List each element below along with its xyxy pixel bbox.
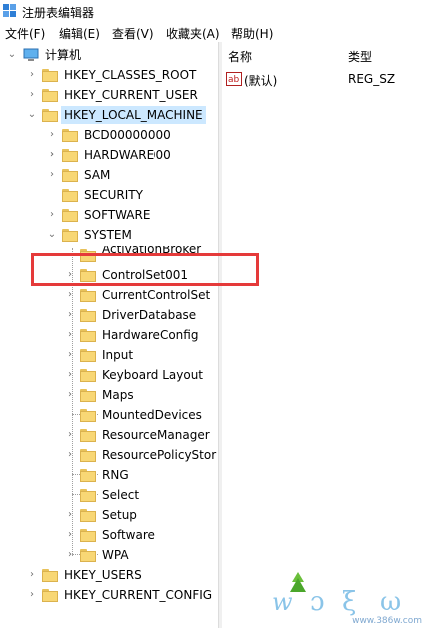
svg-text:ɔ: ɔ	[310, 587, 325, 617]
tree-label: WPA	[102, 548, 129, 562]
chevron-right-icon[interactable]: ›	[64, 506, 76, 524]
tree-label: SOFTWARE	[84, 208, 151, 222]
folder-icon	[80, 509, 96, 522]
menu-favorites[interactable]: 收藏夹(A)	[166, 25, 220, 42]
column-header-type[interactable]: 类型	[348, 48, 372, 65]
chevron-right-icon[interactable]: ›	[64, 526, 76, 544]
folder-icon	[80, 449, 96, 462]
computer-icon	[23, 48, 39, 61]
folder-icon	[80, 549, 96, 562]
menu-edit[interactable]: 编辑(E)	[59, 25, 100, 42]
title-bar: 注册表编辑器	[0, 0, 428, 22]
svg-text:ω: ω	[380, 587, 401, 617]
folder-icon	[62, 169, 78, 182]
ab-string-icon: ab	[226, 72, 242, 86]
menu-help[interactable]: 帮助(H)	[231, 25, 273, 42]
chevron-down-icon[interactable]: ⌄	[46, 226, 58, 244]
chevron-right-icon[interactable]: ›	[64, 446, 76, 464]
window-title: 注册表编辑器	[22, 6, 95, 20]
folder-icon	[42, 69, 58, 82]
tree-label: HKEY_CURRENT_CONFIG	[64, 588, 213, 602]
svg-text:ξ: ξ	[342, 587, 356, 617]
chevron-right-icon[interactable]: ›	[26, 66, 38, 84]
tree-label: DriverDatabase	[102, 308, 197, 322]
value-name: (默认)	[244, 74, 278, 88]
svg-text:w: w	[272, 588, 293, 616]
tree-label: HKEY_CURRENT_USER	[64, 88, 198, 102]
chevron-right-icon[interactable]: ›	[26, 586, 38, 604]
tree-label: HardwareConfig	[102, 328, 199, 342]
folder-icon	[80, 529, 96, 542]
folder-icon	[62, 209, 78, 222]
chevron-right-icon[interactable]: ›	[64, 426, 76, 444]
tree-label: 计算机	[45, 48, 82, 62]
tree-label: Keyboard Layout	[102, 368, 204, 382]
tree-label: ResourcePolicyStor	[102, 448, 217, 462]
folder-icon	[62, 189, 78, 202]
folder-icon	[80, 369, 96, 382]
chevron-down-icon[interactable]: ⌄	[26, 106, 38, 124]
folder-icon	[42, 569, 58, 582]
tree-label: RNG	[102, 468, 129, 482]
chevron-right-icon[interactable]: ›	[64, 286, 76, 304]
tree-label: HKEY_USERS	[64, 568, 142, 582]
watermark-url: www.386w.com	[352, 616, 422, 626]
tree-label: MountedDevices	[102, 408, 202, 422]
tree-label: Setup	[102, 508, 137, 522]
values-list[interactable]: 名称 类型 ab (默认) REG_SZ	[222, 42, 428, 628]
chevron-down-icon[interactable]: ⌄	[6, 46, 18, 64]
folder-icon	[80, 409, 96, 422]
highlight-box	[31, 253, 259, 286]
folder-icon	[80, 309, 96, 322]
tree-label: CurrentControlSet	[102, 288, 211, 302]
value-type: REG_SZ	[348, 72, 396, 86]
tree-label: BCD00000000	[84, 128, 171, 142]
chevron-right-icon[interactable]: ›	[64, 326, 76, 344]
chevron-right-icon[interactable]: ›	[26, 566, 38, 584]
folder-icon	[62, 129, 78, 142]
folder-icon	[62, 149, 78, 162]
folder-icon	[42, 109, 58, 122]
folder-icon	[80, 429, 96, 442]
tree-label: SYSTEM	[84, 228, 132, 242]
tree-label: HKEY_CLASSES_ROOT	[64, 68, 197, 82]
chevron-right-icon[interactable]: ›	[26, 86, 38, 104]
tree-label: HARDWARE	[84, 146, 155, 164]
folder-icon	[80, 469, 96, 482]
menu-file[interactable]: 文件(F)	[5, 25, 45, 42]
chevron-right-icon[interactable]: ›	[64, 346, 76, 364]
tree-label: ResourceManager	[102, 428, 210, 442]
menu-bar: 文件(F) 编辑(E) 查看(V) 收藏夹(A) 帮助(H)	[0, 22, 428, 43]
chevron-right-icon[interactable]: ›	[64, 546, 76, 564]
folder-icon	[80, 329, 96, 342]
svg-text:ab: ab	[228, 75, 240, 85]
folder-icon	[42, 89, 58, 102]
chevron-right-icon[interactable]: ›	[46, 166, 58, 184]
tree-label: SAM	[84, 168, 111, 182]
tree-label: Input	[102, 348, 134, 362]
column-header-name[interactable]: 名称	[228, 48, 252, 65]
chevron-right-icon[interactable]: ›	[64, 366, 76, 384]
folder-icon	[80, 349, 96, 362]
menu-view[interactable]: 查看(V)	[112, 25, 154, 42]
tree-label: Select	[102, 488, 140, 502]
chevron-right-icon[interactable]: ›	[64, 386, 76, 404]
folder-icon	[80, 389, 96, 402]
folder-icon	[80, 289, 96, 302]
tree-label: SECURITY	[84, 188, 143, 202]
registry-editor-icon	[3, 4, 16, 17]
tree-label: Software	[102, 528, 155, 542]
chevron-right-icon[interactable]: ›	[46, 146, 58, 164]
chevron-right-icon[interactable]: ›	[64, 306, 76, 324]
list-item[interactable]: ab (默认) REG_SZ	[226, 70, 426, 90]
watermark: w ɔ ξ ω www.386w.com	[270, 568, 428, 628]
chevron-right-icon[interactable]: ›	[46, 206, 58, 224]
folder-icon	[80, 489, 96, 502]
chevron-right-icon[interactable]: ›	[46, 126, 58, 144]
tree-label: Maps	[102, 388, 134, 402]
folder-icon	[62, 229, 78, 242]
folder-icon	[42, 589, 58, 602]
tree-label: HKEY_LOCAL_MACHINE	[61, 106, 206, 124]
